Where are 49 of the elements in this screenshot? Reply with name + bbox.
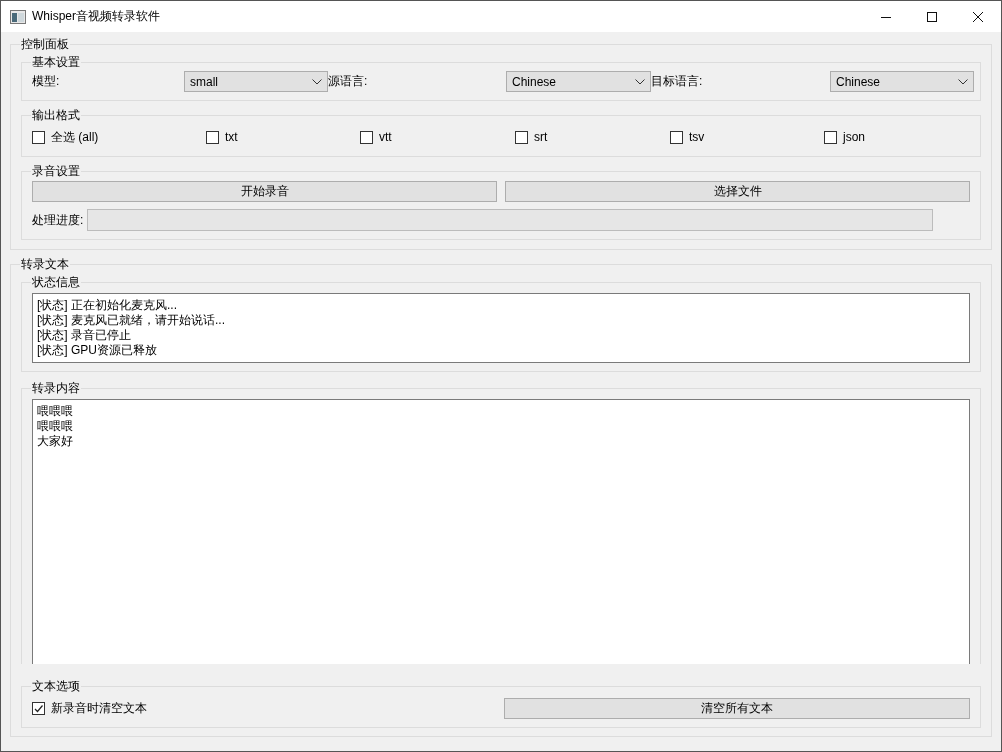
field-label: 源语言: xyxy=(328,73,369,90)
field-label: 目标语言: xyxy=(651,73,704,90)
check-icon xyxy=(33,703,44,714)
window-title: Whisper音视频转录软件 xyxy=(32,8,160,25)
group-title: 基本设置 xyxy=(31,54,81,70)
dropdown[interactable]: Chinese xyxy=(830,71,974,92)
checkbox-label[interactable]: tsv xyxy=(689,130,705,144)
group-title: 转录内容 xyxy=(31,380,81,396)
checkbox-label[interactable]: json xyxy=(843,130,865,144)
dropdown[interactable]: small xyxy=(184,71,328,92)
transcript-line: 喂喂喂 xyxy=(37,404,74,419)
close-icon xyxy=(973,11,983,22)
chevron-down-icon xyxy=(312,78,322,85)
checkbox[interactable] xyxy=(360,130,373,144)
status-line: [状态] 正在初始化麦克风... xyxy=(37,298,178,313)
checkbox[interactable] xyxy=(670,130,683,144)
maximize-icon xyxy=(927,11,937,22)
checkbox-label[interactable]: srt xyxy=(534,130,548,144)
group-title: 输出格式 xyxy=(31,107,81,123)
group-title: 文本选项 xyxy=(31,678,81,694)
checkbox[interactable] xyxy=(824,130,837,144)
chevron-down-icon xyxy=(635,78,645,85)
dropdown[interactable]: Chinese xyxy=(506,71,651,92)
transcript-text-area[interactable]: 喂喂喂 喂喂喂 大家好 xyxy=(32,399,970,664)
checkbox-label[interactable]: vtt xyxy=(379,130,392,144)
status-text-area[interactable]: [状态] 正在初始化麦克风... [状态] 麦克风已就绪，请开始说话... [状态] 录音已停止 [状态] GPU资源已释放 xyxy=(32,293,970,363)
button[interactable]: 开始录音 xyxy=(32,181,497,202)
group-title: 状态信息 xyxy=(31,274,81,290)
field-label: 模型: xyxy=(32,73,61,90)
chevron-down-icon xyxy=(958,78,968,85)
transcript-line: 大家好 xyxy=(37,434,74,449)
status-line: [状态] 麦克风已就绪，请开始说话... xyxy=(37,313,226,328)
clear-text-button[interactable]: 清空所有文本 xyxy=(504,698,970,719)
checkbox[interactable] xyxy=(32,130,45,144)
app-icon xyxy=(10,9,26,24)
checkbox-label[interactable]: txt xyxy=(225,130,238,144)
checkbox[interactable] xyxy=(206,130,219,144)
checkbox[interactable] xyxy=(515,130,528,144)
progress-label: 处理进度: xyxy=(32,211,84,229)
button[interactable]: 选择文件 xyxy=(505,181,970,202)
status-line: [状态] GPU资源已释放 xyxy=(37,343,158,358)
group-title: 控制面板 xyxy=(20,36,70,52)
group-title: 录音设置 xyxy=(31,163,81,179)
checkbox-label[interactable]: 全选 (all) xyxy=(51,128,99,146)
checkbox[interactable] xyxy=(32,702,45,715)
group-title: 转录文本 xyxy=(20,256,70,272)
checkbox-label[interactable]: 新录音时清空文本 xyxy=(51,700,147,717)
status-line: [状态] 录音已停止 xyxy=(37,328,132,343)
transcript-line: 喂喂喂 xyxy=(37,419,74,434)
